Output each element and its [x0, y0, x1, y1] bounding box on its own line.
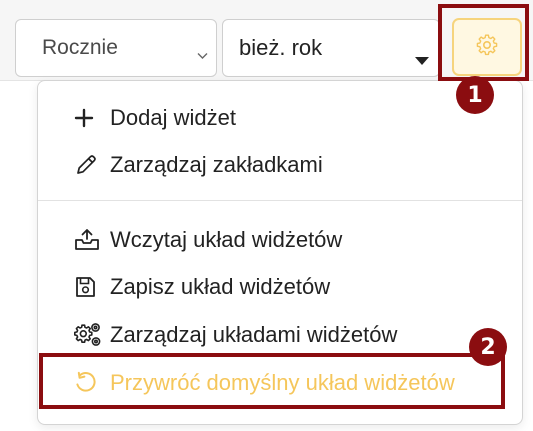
caret-down-icon — [415, 45, 429, 71]
menu-item-add-widget[interactable]: Dodaj widżet — [74, 103, 236, 133]
gears-icon — [74, 320, 104, 350]
period-select-value: Rocznie — [42, 36, 118, 59]
upload-tray-icon — [74, 225, 104, 255]
chevron-down-icon — [197, 42, 208, 66]
annotation-badge-2: 2 — [469, 328, 507, 366]
menu-item-manage-tabs[interactable]: Zarządzaj zakładkami — [74, 150, 323, 180]
year-select-value: bież. rok — [239, 35, 323, 60]
menu-item-save-layout[interactable]: Zapisz układ widżetów — [74, 272, 330, 302]
menu-item-load-layout[interactable]: Wczytaj układ widżetów — [74, 225, 342, 255]
menu-item-label: Zarządzaj zakładkami — [110, 152, 323, 177]
menu-divider — [38, 200, 522, 201]
period-select[interactable]: Rocznie — [15, 19, 217, 77]
menu-item-label: Wczytaj układ widżetów — [110, 227, 343, 252]
page: Rocznie bież. rok Dodaj widżet Zarządzaj… — [0, 0, 533, 431]
annotation-badge-1: 1 — [456, 76, 494, 114]
annotation-highlight-settings — [438, 4, 529, 81]
pencil-icon — [74, 150, 104, 180]
menu-item-label: Zapisz układ widżetów — [110, 274, 331, 299]
menu-item-label: Dodaj widżet — [110, 105, 236, 130]
menu-item-label: Zarządzaj układami widżetów — [110, 322, 398, 347]
save-disk-icon — [74, 272, 104, 302]
year-select[interactable]: bież. rok — [222, 19, 440, 77]
annotation-highlight-restore — [39, 353, 505, 409]
menu-item-manage-layouts[interactable]: Zarządzaj układami widżetów — [74, 320, 397, 350]
plus-icon — [74, 103, 104, 133]
